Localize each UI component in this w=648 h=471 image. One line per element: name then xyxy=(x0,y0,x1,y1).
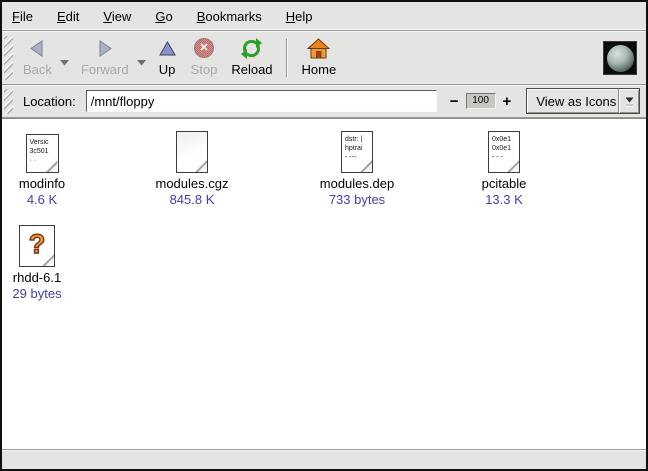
toolbar-drag-handle[interactable] xyxy=(4,36,13,80)
back-icon xyxy=(29,36,45,60)
location-bar: Location: − 100 + View as Icons xyxy=(2,85,646,118)
file-item-rhdd-6-1[interactable]: ? rhdd-6.1 29 bytes xyxy=(2,221,72,301)
forward-history-dropdown[interactable] xyxy=(136,59,147,67)
menu-file[interactable]: File xyxy=(4,6,41,27)
menu-bookmarks[interactable]: Bookmarks xyxy=(189,6,270,27)
zoom-control: − 100 + xyxy=(447,93,515,109)
menu-go[interactable]: Go xyxy=(147,6,180,27)
stop-label: Stop xyxy=(191,62,218,77)
file-name: modules.cgz xyxy=(156,176,229,191)
up-button[interactable]: Up xyxy=(151,33,184,83)
file-manager-window: File Edit View Go Bookmarks Help Back Fo… xyxy=(0,0,648,471)
forward-label: Forward xyxy=(81,62,129,77)
file-size: 845.8 K xyxy=(170,192,215,207)
location-bar-drag-handle[interactable] xyxy=(4,89,13,114)
home-button[interactable]: Home xyxy=(295,33,344,83)
stop-icon: ✕ xyxy=(194,36,214,60)
back-history-dropdown[interactable] xyxy=(59,59,70,67)
up-label: Up xyxy=(159,62,176,77)
zoom-out-button[interactable]: − xyxy=(447,94,462,109)
menu-edit[interactable]: Edit xyxy=(49,6,87,27)
file-name: rhdd-6.1 xyxy=(13,270,61,285)
up-icon xyxy=(158,36,177,60)
toolbar: Back Forward Up ✕ Stop xyxy=(2,31,646,85)
throbber-area xyxy=(603,33,642,83)
location-input[interactable] xyxy=(86,90,437,112)
back-label: Back xyxy=(23,62,52,77)
file-size: 29 bytes xyxy=(12,286,61,301)
home-icon xyxy=(307,36,330,60)
reload-label: Reload xyxy=(231,62,272,77)
forward-icon xyxy=(97,36,113,60)
reload-button[interactable]: Reload xyxy=(224,33,279,83)
throbber-sphere-icon xyxy=(607,45,634,72)
file-icon xyxy=(176,127,208,173)
status-bar xyxy=(2,449,646,469)
menu-help[interactable]: Help xyxy=(278,6,321,27)
home-label: Home xyxy=(302,62,337,77)
file-size: 13.3 K xyxy=(485,192,523,207)
file-name: pcitable xyxy=(482,176,527,191)
file-size: 4.6 K xyxy=(27,192,57,207)
zoom-in-button[interactable]: + xyxy=(500,94,515,109)
file-name: modules.dep xyxy=(320,176,394,191)
file-item-pcitable[interactable]: 0x0e1 0x0e1 - - - pcitable 13.3 K xyxy=(460,127,548,207)
view-mode-label: View as Icons xyxy=(527,89,618,113)
menu-view[interactable]: View xyxy=(95,6,139,27)
icon-view: Versic 3c501 · · modinfo 4.6 K modules.c… xyxy=(2,118,646,449)
back-button[interactable]: Back xyxy=(16,33,59,83)
page-fold xyxy=(195,160,207,172)
toolbar-separator xyxy=(286,39,287,77)
text-file-icon: dstr: | hptrai - --- xyxy=(341,127,373,173)
file-item-modules-dep[interactable]: dstr: | hptrai - --- modules.dep 733 byt… xyxy=(302,127,412,207)
zoom-level-indicator: 100 xyxy=(466,93,496,109)
text-file-icon: Versic 3c501 · · xyxy=(26,127,59,173)
menu-bar: File Edit View Go Bookmarks Help xyxy=(2,2,646,31)
unknown-file-icon: ? xyxy=(19,221,55,267)
location-label: Location: xyxy=(23,94,76,109)
view-mode-dropdown-arrow-icon xyxy=(618,89,639,113)
reload-icon xyxy=(240,36,263,60)
file-item-modinfo[interactable]: Versic 3c501 · · modinfo 4.6 K xyxy=(4,127,80,207)
view-mode-dropdown[interactable]: View as Icons xyxy=(526,88,640,114)
text-file-icon: 0x0e1 0x0e1 - - - xyxy=(488,127,520,173)
forward-button[interactable]: Forward xyxy=(74,33,136,83)
file-size: 733 bytes xyxy=(329,192,385,207)
throbber xyxy=(603,41,637,75)
file-item-modules-cgz[interactable]: modules.cgz 845.8 K xyxy=(142,127,242,207)
stop-button[interactable]: ✕ Stop xyxy=(184,33,225,83)
file-name: modinfo xyxy=(19,176,65,191)
